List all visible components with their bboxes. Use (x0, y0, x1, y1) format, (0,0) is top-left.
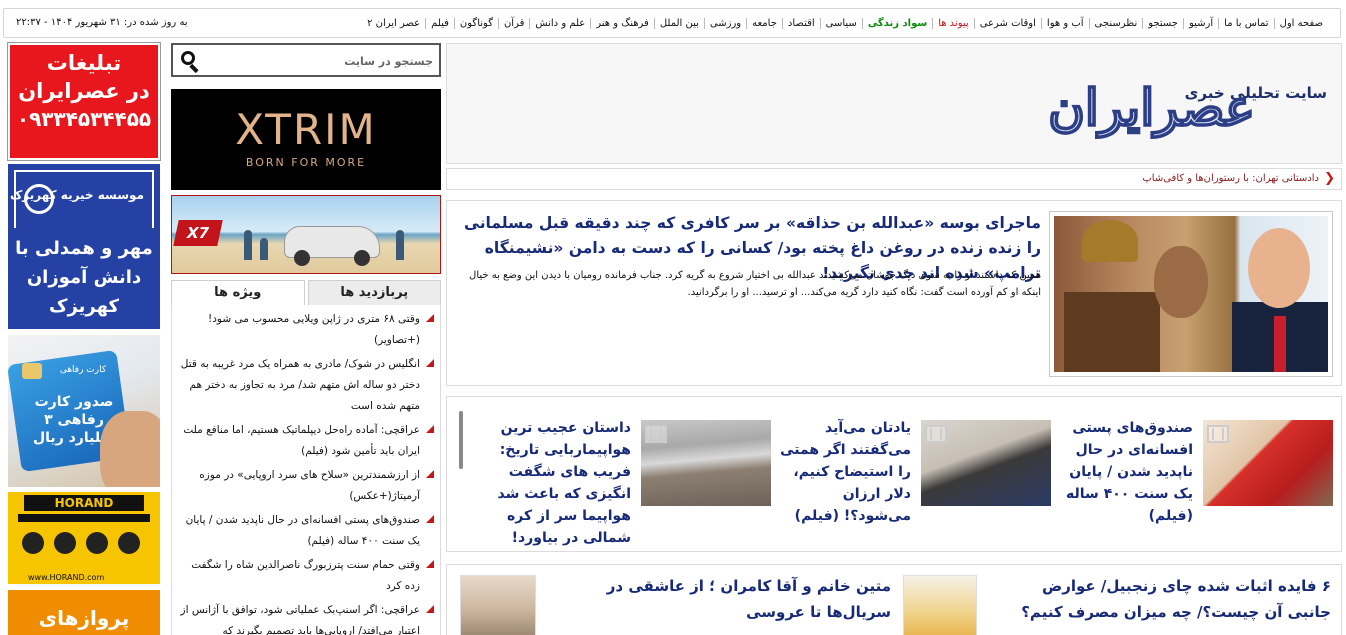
featured-title[interactable]: یادتان می‌آید می‌گفتند اگر همتی را استیض… (779, 417, 911, 527)
featured-thumbnail[interactable] (641, 420, 771, 506)
nav-item-quran[interactable]: قرآن (497, 17, 529, 29)
story-thumbnail[interactable] (903, 575, 977, 635)
nav-item-asriran-2[interactable]: عصر ایران ۲ (362, 18, 425, 29)
list-item[interactable]: عراقچی: اگر اسنپ‌بک عملیاتی شود، توافق ب… (178, 600, 434, 635)
flights-banner[interactable]: پروازهای (8, 590, 160, 635)
nav-item-science[interactable]: علم و دانش (529, 17, 590, 29)
tab-featured[interactable]: ویژه ها (171, 280, 305, 305)
list-item[interactable]: وقتی حمام سنت پترزبورگ ناصرالدین شاه را … (178, 555, 434, 597)
bullet-icon (426, 425, 434, 433)
ticker-headline[interactable]: دادستانی تهران: با رستوران‌ها و کافی‌شاپ (1142, 173, 1319, 184)
featured-item[interactable]: داستان عجیب ترین هواپیماربایی تاریخ: فری… (461, 417, 771, 547)
card-chip-icon (22, 363, 42, 379)
story-title[interactable]: متین خانم و آقا کامران ؛ از عاشقی در سری… (566, 573, 891, 625)
tab-most-viewed[interactable]: پربازدید ها (307, 280, 441, 305)
top-navigation-bar: صفحه اول تماس با ما آرشیو جستجو نظرسنجی … (3, 8, 1341, 38)
bullet-icon (426, 470, 434, 478)
list-item[interactable]: از ارزشمندترین «سلاح های سرد اروپایی» در… (178, 465, 434, 507)
featured-item[interactable]: صندوق‌های پستی افسانه‌ای در حال ناپدید ش… (1053, 417, 1333, 527)
chevron-left-icon[interactable]: ❮ (1324, 171, 1335, 186)
ad-small-text: کارت رفاهی (59, 365, 107, 375)
video-film-icon (925, 425, 947, 443)
nav-item-politics[interactable]: سیاسی (819, 17, 862, 29)
video-film-icon (1207, 425, 1229, 443)
wheelchair-icon (24, 184, 54, 214)
nav-item-society[interactable]: جامعه (746, 17, 782, 29)
story-thumbnail[interactable] (460, 575, 536, 635)
horand-banner[interactable]: HORAND www.HORAND.com (8, 492, 160, 584)
nav-item-life-literacy[interactable]: سواد زندگی (861, 17, 932, 29)
ad-subline: در عصرایران (18, 79, 150, 103)
product-icon (22, 532, 44, 554)
ad-brand: XTRIM (235, 105, 377, 154)
ad-url: www.HORAND.com (28, 573, 105, 582)
nav-item-archive[interactable]: آرشیو (1182, 17, 1218, 29)
ad-slogan: مهر و همدلی با دانش آموزان کهریزک (15, 238, 153, 317)
nav-item-contact[interactable]: تماس با ما (1218, 17, 1273, 29)
product-icon (86, 532, 108, 554)
featured-thumbnail[interactable] (1203, 420, 1333, 506)
bullet-icon (426, 314, 434, 322)
bullet-icon (426, 515, 434, 523)
ad-headline: تبلیغات (46, 51, 122, 75)
site-logo[interactable]: عصرایران (1047, 77, 1257, 138)
ad-logo: X7 (173, 220, 223, 246)
lead-story-image[interactable] (1049, 211, 1333, 377)
list-item[interactable]: عراقچی: آماده راه‌حل دیپلماتیک هستیم، ام… (178, 420, 434, 462)
news-list: وقتی ۶۸ متری در ژاپن ویلایی محسوب می شود… (171, 305, 441, 635)
nav-item-sports[interactable]: ورزشی (703, 17, 746, 29)
lead-story: ماجرای بوسه «عبدالله بن حذاقه» بر سر کاف… (446, 200, 1342, 386)
news-ticker: ❮ دادستانی تهران: با رستوران‌ها و کافی‌ش… (446, 168, 1342, 190)
featured-item[interactable]: یادتان می‌آید می‌گفتند اگر همتی را استیض… (771, 417, 1051, 527)
product-icon (118, 532, 140, 554)
featured-title[interactable]: صندوق‌های پستی افسانه‌ای در حال ناپدید ش… (1053, 417, 1193, 527)
news-tabs: پربازدید ها ویژه ها (171, 280, 441, 305)
car-banner-ad[interactable]: X7 (171, 195, 441, 274)
product-icon (54, 532, 76, 554)
story-title[interactable]: ۶ فایده اثبات شده چای زنجبیل/ عوارض جانب… (1001, 573, 1331, 625)
lead-story-summary: همین که داشتند او را به سوی دیگ جوشان می… (469, 270, 1041, 298)
main-menu: صفحه اول تماس با ما آرشیو جستجو نظرسنجی … (362, 9, 1328, 37)
list-item[interactable]: انگلیس در شوک/ مادری به همراه یک مرد غری… (178, 354, 434, 417)
featured-thumbnail[interactable] (921, 420, 1051, 506)
hand-image (100, 411, 160, 487)
list-item[interactable]: صندوق‌های پستی افسانه‌ای در حال ناپدید ش… (178, 510, 434, 552)
bullet-icon (426, 605, 434, 613)
bullet-icon (426, 560, 434, 568)
search-icon[interactable] (181, 51, 195, 65)
last-updated-timestamp: به روز شده در: ۳۱ شهریور ۱۴۰۴ - ۲۲:۳۷ (16, 17, 188, 28)
nav-item-search[interactable]: جستجو (1142, 17, 1183, 29)
nav-item-international[interactable]: بین الملل (653, 17, 704, 29)
ad-slogan: BORN FOR MORE (245, 156, 367, 169)
nav-item-film[interactable]: فیلم (425, 17, 454, 29)
search-input[interactable] (207, 49, 433, 73)
welfare-card-banner[interactable]: کارت رفاهی صدور کارت رفاهی ۳ میلیارد ریا… (8, 335, 160, 487)
nav-item-links[interactable]: پیوند ها (932, 17, 974, 29)
nav-item-prayer-times[interactable]: اوقات شرعی (973, 17, 1041, 29)
nav-item-culture[interactable]: فرهنگ و هنر (590, 17, 654, 29)
ad-brand: HORAND (24, 495, 144, 511)
site-search (171, 43, 441, 77)
nav-item-poll[interactable]: نظرسنجی (1088, 17, 1143, 29)
site-header: سایت تحلیلی خبری عصرایران (446, 43, 1342, 164)
video-film-icon (645, 425, 667, 443)
nav-item-home[interactable]: صفحه اول (1273, 17, 1328, 29)
nav-item-economy[interactable]: اقتصاد (781, 17, 820, 29)
kahrizak-charity-banner[interactable]: موسسه خیریه کهریزک مهر و همدلی با دانش آ… (8, 164, 160, 329)
lead-image-artwork (1054, 216, 1328, 372)
bullet-icon (426, 359, 434, 367)
story-row: ۶ فایده اثبات شده چای زنجبیل/ عوارض جانب… (446, 564, 1342, 635)
ad-phone: ۰۹۳۳۴۵۳۴۴۵۵ (16, 107, 152, 131)
list-item[interactable]: وقتی ۶۸ متری در ژاپن ویلایی محسوب می شود… (178, 309, 434, 351)
advertise-here-banner[interactable]: تبلیغات در عصرایران ۰۹۳۳۴۵۳۴۴۵۵ (7, 42, 161, 161)
featured-title[interactable]: داستان عجیب ترین هواپیماربایی تاریخ: فری… (481, 417, 631, 549)
xtrim-banner-ad[interactable]: XTRIM BORN FOR MORE (171, 89, 441, 190)
nav-item-misc[interactable]: گوناگون (453, 17, 498, 29)
nav-item-weather[interactable]: آب و هوا (1040, 17, 1089, 29)
featured-video-carousel: صندوق‌های پستی افسانه‌ای در حال ناپدید ش… (446, 396, 1342, 552)
